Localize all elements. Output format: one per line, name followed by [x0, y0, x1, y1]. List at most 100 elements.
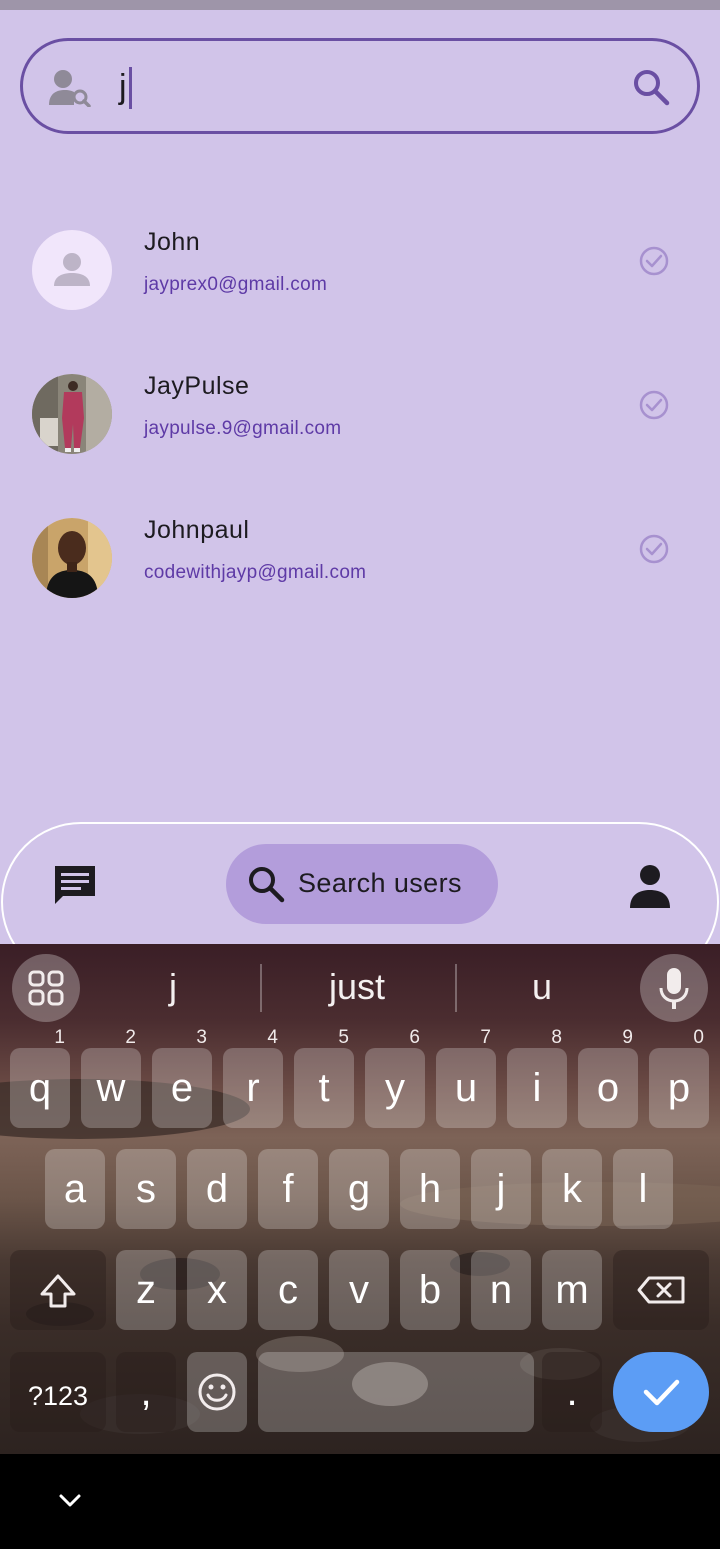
key-d[interactable]: d	[187, 1149, 247, 1229]
key-hint: 6	[409, 1027, 420, 1048]
profile-photo	[32, 374, 112, 454]
key-g[interactable]: g	[329, 1149, 389, 1229]
key-t[interactable]: t5	[294, 1028, 354, 1128]
keyboard-menu-button[interactable]	[12, 954, 80, 1022]
key-hint: 2	[125, 1027, 136, 1048]
avatar-photo	[32, 374, 112, 454]
user-name: JayPulse	[144, 372, 250, 400]
period-key[interactable]: .	[542, 1352, 602, 1432]
key-u[interactable]: u7	[436, 1028, 496, 1128]
space-key[interactable]	[258, 1352, 534, 1432]
backspace-icon	[637, 1276, 685, 1304]
key-i[interactable]: i8	[507, 1028, 567, 1128]
user-list-item-john[interactable]: John jayprex0@gmail.com	[0, 220, 720, 340]
key-char: y	[385, 1066, 405, 1110]
search-users-label: Search users	[298, 868, 462, 898]
user-list-item-jaypulse[interactable]: JayPulse jaypulse.9@gmail.com	[0, 364, 720, 484]
emoji-icon	[198, 1373, 236, 1411]
key-p[interactable]: p0	[649, 1028, 709, 1128]
key-char: r	[246, 1066, 260, 1110]
key-v[interactable]: v	[329, 1250, 389, 1330]
chat-icon[interactable]	[51, 862, 99, 910]
key-hint: 5	[338, 1027, 349, 1048]
key-o[interactable]: o9	[578, 1028, 638, 1128]
avatar-photo	[32, 518, 112, 598]
key-hint: 8	[551, 1027, 562, 1048]
shift-icon	[40, 1274, 76, 1308]
user-email: jayprex0@gmail.com	[144, 274, 328, 295]
backspace-key[interactable]	[613, 1250, 709, 1330]
user-email: jaypulse.9@gmail.com	[144, 418, 342, 439]
bottom-navigation: Search users	[1, 822, 719, 944]
key-hint: 0	[693, 1027, 704, 1048]
avatar-default	[32, 230, 112, 310]
key-char: w	[96, 1066, 126, 1110]
suggestion-item[interactable]: just	[262, 966, 452, 1008]
search-icon[interactable]	[631, 67, 671, 107]
key-l[interactable]: l	[613, 1149, 673, 1229]
key-x[interactable]: x	[187, 1250, 247, 1330]
key-hint: 9	[622, 1027, 633, 1048]
key-k[interactable]: k	[542, 1149, 602, 1229]
user-list-item-johnpaul[interactable]: Johnpaul codewithjayp@gmail.com	[0, 508, 720, 628]
user-name: John	[144, 228, 201, 256]
key-char: u	[454, 1066, 478, 1110]
user-search-screen: j John jayprex0@gmail.com JayPulse jaypu…	[0, 0, 720, 944]
key-hint: 7	[480, 1027, 491, 1048]
symbols-key[interactable]: ?123	[10, 1352, 106, 1432]
emoji-key[interactable]	[187, 1352, 247, 1432]
enter-key[interactable]	[613, 1352, 709, 1432]
person-icon	[54, 253, 90, 286]
person-search-icon	[49, 70, 91, 107]
grid-icon	[28, 970, 64, 1006]
key-hint: 1	[54, 1027, 65, 1048]
shift-key[interactable]	[10, 1250, 106, 1330]
key-z[interactable]: z	[116, 1250, 176, 1330]
key-char: t	[318, 1066, 330, 1110]
suggestion-item[interactable]: j	[78, 966, 268, 1008]
profile-photo	[32, 518, 112, 598]
user-email: codewithjayp@gmail.com	[144, 562, 367, 583]
key-a[interactable]: a	[45, 1149, 105, 1229]
search-input[interactable]: j	[20, 38, 700, 134]
search-icon	[249, 867, 285, 903]
search-query-text: j	[119, 68, 127, 106]
symbols-label: ?123	[27, 1381, 89, 1411]
key-char: p	[667, 1066, 691, 1110]
search-users-tab[interactable]: Search users	[226, 844, 498, 924]
key-s[interactable]: s	[116, 1149, 176, 1229]
person-icon[interactable]	[625, 862, 675, 910]
check-icon	[643, 1379, 680, 1406]
text-cursor	[129, 67, 132, 109]
key-char: e	[170, 1066, 194, 1110]
voice-input-button[interactable]	[640, 954, 708, 1022]
system-navigation-bar	[0, 1454, 720, 1549]
key-f[interactable]: f	[258, 1149, 318, 1229]
key-char: o	[596, 1066, 620, 1110]
suggestion-item[interactable]: u	[447, 966, 637, 1008]
key-char: i	[532, 1066, 542, 1110]
key-r[interactable]: r4	[223, 1028, 283, 1128]
key-n[interactable]: n	[471, 1250, 531, 1330]
check-circle-icon[interactable]	[637, 532, 671, 566]
key-hint: 4	[267, 1027, 278, 1048]
chevron-down-icon[interactable]	[58, 1492, 82, 1510]
comma-key[interactable]: ,	[116, 1352, 176, 1432]
microphone-icon	[659, 968, 689, 1009]
key-y[interactable]: y6	[365, 1028, 425, 1128]
check-circle-icon[interactable]	[637, 388, 671, 422]
key-j[interactable]: j	[471, 1149, 531, 1229]
key-q[interactable]: q1	[10, 1028, 70, 1128]
key-w[interactable]: w2	[81, 1028, 141, 1128]
soft-keyboard: j just u q1 w2 e3 r4 t5 y6 u7 i8 o9 p0 a…	[0, 944, 720, 1454]
key-hint: 3	[196, 1027, 207, 1048]
user-name: Johnpaul	[144, 516, 250, 544]
key-m[interactable]: m	[542, 1250, 602, 1330]
key-h[interactable]: h	[400, 1149, 460, 1229]
status-bar	[0, 0, 720, 10]
key-b[interactable]: b	[400, 1250, 460, 1330]
check-circle-icon[interactable]	[637, 244, 671, 278]
key-c[interactable]: c	[258, 1250, 318, 1330]
key-e[interactable]: e3	[152, 1028, 212, 1128]
key-char: q	[28, 1066, 52, 1110]
